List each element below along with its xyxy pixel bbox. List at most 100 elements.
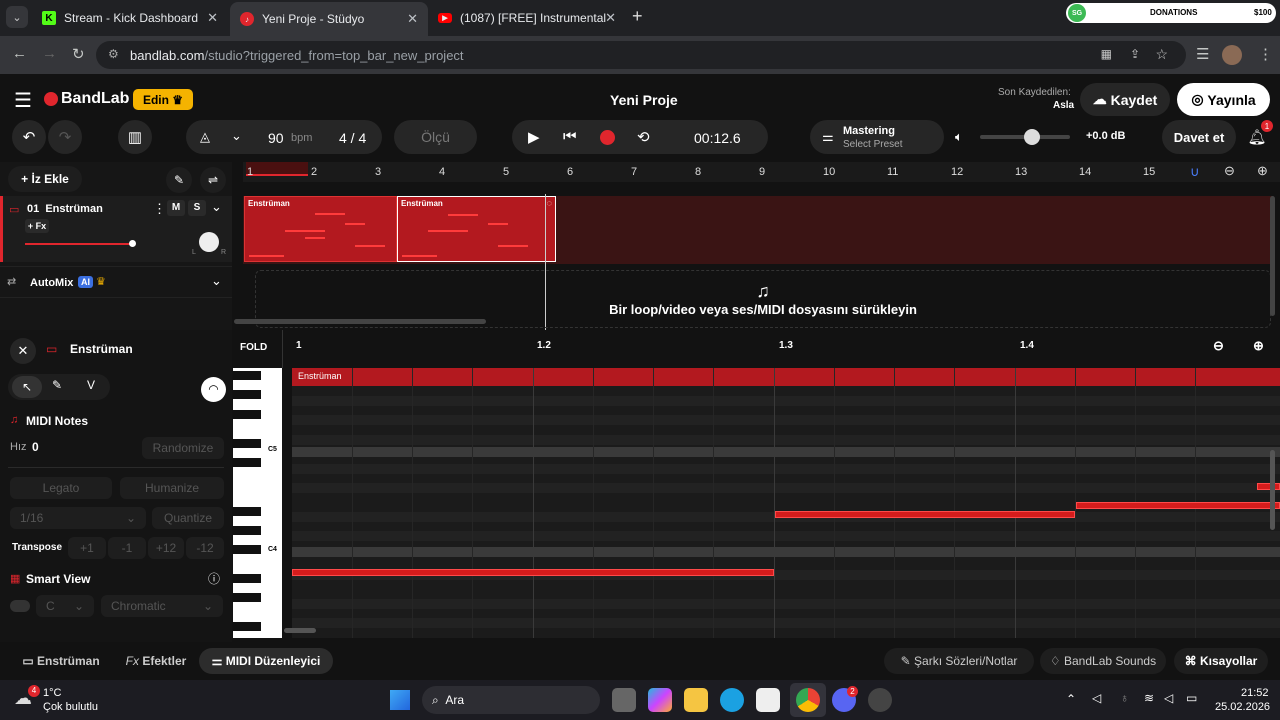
volume-icon[interactable]: 🔈︎	[955, 129, 963, 145]
profile-avatar[interactable]	[1222, 45, 1242, 65]
reading-list-icon[interactable]: ☰	[1196, 45, 1209, 63]
automix-row[interactable]: ⇄ AutoMix AI ♛ ⌄	[0, 266, 232, 298]
transpose-plus1-button[interactable]: +1	[68, 537, 106, 559]
speaker-icon[interactable]: ◁	[1092, 691, 1101, 705]
time-signature[interactable]: 4 / 4	[339, 130, 366, 146]
store-icon[interactable]	[756, 688, 780, 712]
timeline-ruler[interactable]: 1 2 3 4 5 6 7 8 9 10 11 12 13 14 15 ∪ ⊖ …	[243, 162, 1280, 182]
skip-back-button[interactable]: ⏮	[563, 128, 577, 145]
black-key[interactable]	[233, 507, 261, 516]
grid-select[interactable]: 1/16 ⌄	[10, 507, 146, 529]
record-button[interactable]	[600, 130, 615, 145]
wifi-icon[interactable]: ≋	[1144, 691, 1154, 705]
transpose-plus12-button[interactable]: +12	[148, 537, 184, 559]
randomize-button[interactable]: Randomize	[142, 437, 224, 459]
tab-list-button[interactable]: ⌄	[6, 6, 28, 28]
zoom-out-icon[interactable]: ⊖	[1224, 163, 1235, 179]
invite-button[interactable]: Davet et	[1162, 120, 1236, 154]
zoom-out-icon[interactable]: ⊖	[1213, 338, 1224, 354]
scale-select[interactable]: Chromatic ⌄	[101, 595, 223, 617]
url-field[interactable]: ⚙ bandlab.com/studio?triggered_from=top_…	[96, 41, 1186, 69]
piano-keyboard[interactable]: C5 C4	[233, 368, 282, 638]
redo-button[interactable]: ↷	[48, 120, 82, 154]
windows-start-icon[interactable]	[390, 690, 410, 710]
midi-note[interactable]	[775, 511, 1075, 518]
volume-handle[interactable]	[129, 240, 136, 247]
tab-effects[interactable]: Fx Efektler	[118, 648, 194, 674]
track-row[interactable]: ▭ 01 Enstrüman ⋮ M S ⌄ + Fx L R	[0, 196, 232, 262]
midi-clip[interactable]: Enstrüman	[244, 196, 397, 262]
piano-roll-grid[interactable]: Enstrüman	[292, 368, 1280, 638]
close-icon[interactable]: ✕	[407, 11, 418, 27]
tab-kick[interactable]: K Stream - Kick Dashboard ✕	[32, 4, 228, 32]
mic-icon[interactable]: ♁	[1120, 691, 1129, 705]
lyrics-button[interactable]: ✎ Şarkı Sözleri/Notlar	[884, 648, 1034, 674]
save-button[interactable]: ☁ Kaydet	[1080, 83, 1170, 116]
loop-region[interactable]	[246, 162, 308, 176]
chrome-icon[interactable]	[796, 688, 820, 712]
region-header[interactable]: Enstrüman	[292, 368, 1280, 386]
zoom-in-icon[interactable]: ⊕	[1253, 338, 1264, 354]
clock-time[interactable]: 21:52	[1241, 687, 1269, 699]
black-key[interactable]	[233, 390, 261, 399]
metronome-icon[interactable]: ◬	[200, 129, 210, 145]
transpose-minus1-button[interactable]: -1	[108, 537, 146, 559]
close-icon[interactable]: ✕	[207, 10, 218, 26]
midi-note[interactable]	[1257, 483, 1280, 490]
tab-instrument[interactable]: ▭ Enstrüman	[12, 648, 110, 674]
editor-vertical-scrollbar[interactable]	[1270, 450, 1275, 530]
volume-icon[interactable]: ◁	[1164, 691, 1173, 705]
editor-ruler[interactable]: 1 1.2 1.3 1.4 ⊖ ⊕	[282, 330, 1280, 368]
task-view-icon[interactable]	[612, 688, 636, 712]
chevron-down-icon[interactable]: ⌄	[211, 273, 222, 289]
bpm-value[interactable]: 90	[268, 130, 284, 146]
shortcuts-button[interactable]: ⌘ Kısayollar	[1174, 648, 1268, 674]
black-key[interactable]	[233, 593, 261, 602]
close-icon[interactable]: ✕	[605, 10, 616, 26]
pencil-tool-icon[interactable]: ✎	[52, 378, 62, 392]
undo-button[interactable]: ↶	[12, 120, 46, 154]
volume-knob[interactable]	[1024, 129, 1040, 145]
forward-icon[interactable]: →	[42, 45, 57, 62]
legato-button[interactable]: Legato	[10, 477, 112, 499]
chevron-down-icon[interactable]: ⌄	[211, 199, 222, 215]
velocity-value[interactable]: 0	[32, 440, 39, 454]
edge-icon[interactable]	[720, 688, 744, 712]
more-options-icon[interactable]: ⋮	[153, 201, 166, 217]
project-title[interactable]: Yeni Proje	[610, 92, 678, 108]
tool-split-button[interactable]: ⇌	[200, 167, 226, 193]
fx-button[interactable]: + Fx	[25, 219, 49, 233]
fold-button[interactable]: FOLD	[240, 342, 267, 353]
play-button[interactable]: ▶	[528, 128, 540, 146]
translate-icon[interactable]: ▦	[1101, 47, 1112, 61]
menu-icon[interactable]: ⋮	[1258, 45, 1273, 63]
magnet-snap-icon[interactable]: ∪	[1190, 164, 1200, 180]
chevron-down-icon[interactable]: ⌄	[231, 128, 242, 144]
editor-horizontal-scrollbar[interactable]	[284, 628, 316, 633]
midi-note[interactable]	[1076, 502, 1280, 509]
bandlab-sounds-button[interactable]: ♢ BandLab Sounds	[1040, 648, 1166, 674]
black-key[interactable]	[233, 526, 261, 535]
obs-icon[interactable]	[868, 688, 892, 712]
tray-chevron-icon[interactable]: ⌃	[1066, 692, 1076, 706]
site-info-icon[interactable]: ⚙	[108, 47, 119, 61]
key-select[interactable]: C ⌄	[36, 595, 94, 617]
black-key[interactable]	[233, 458, 261, 467]
smart-view-toggle[interactable]	[10, 600, 30, 612]
publish-button[interactable]: ◎ Yayınla	[1177, 83, 1270, 116]
close-icon[interactable]: ✕	[10, 338, 36, 364]
clock-date[interactable]: 25.02.2026	[1215, 701, 1270, 713]
add-track-button[interactable]: + İz Ekle	[8, 166, 82, 192]
velocity-tool-icon[interactable]: V	[87, 378, 95, 392]
headphones-button[interactable]: ◠	[201, 377, 226, 402]
hamburger-menu-icon[interactable]: ☰	[14, 88, 32, 113]
edin-button[interactable]: Edin ♛	[133, 89, 193, 110]
measure-button[interactable]: Ölçü	[394, 120, 477, 154]
track-name[interactable]: 01 Enstrüman	[27, 203, 103, 215]
black-key[interactable]	[233, 574, 261, 583]
tab-bandlab[interactable]: ♪ Yeni Proje - Stüdyo ✕	[230, 2, 428, 36]
transpose-minus12-button[interactable]: -12	[186, 537, 224, 559]
install-icon[interactable]: ⇪	[1130, 47, 1140, 61]
black-key[interactable]	[233, 410, 261, 419]
midi-clip-selected[interactable]: Enstrüman ◌	[397, 196, 556, 262]
